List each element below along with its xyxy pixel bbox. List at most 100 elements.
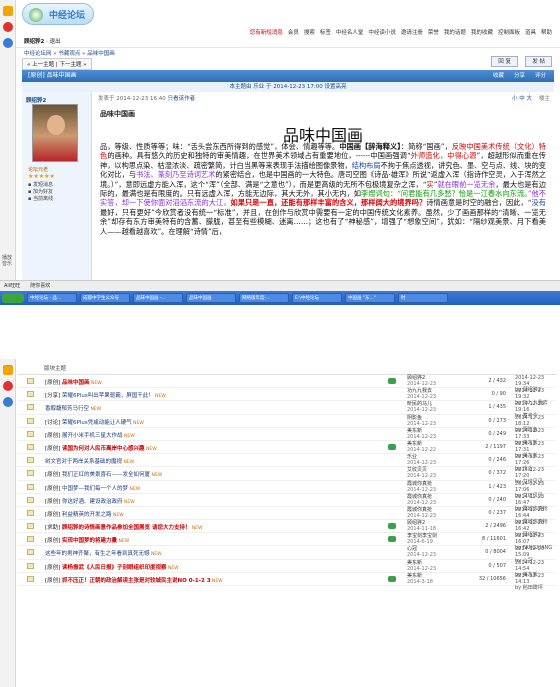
topic-title-text[interactable]: 抓不压正！正朝的政治解读主张是对较城民主说NO 0-1-2 3 — [62, 578, 210, 584]
topic-title[interactable]: [原创] 抓不压正！正朝的政治解读主张是对较城民主说NO 0-1-2 3 NEW — [45, 576, 385, 584]
topic-title-text[interactable]: 荣耀6Plus叫出苹果驱霸，屏国干此！ — [62, 393, 154, 399]
topic-title-text[interactable]: 中国梦—我们每一个人的梦 — [62, 486, 128, 492]
site-logo[interactable]: 中经论坛 — [22, 3, 94, 25]
author-action[interactable]: ▪ 发短消息 — [28, 182, 53, 189]
topic-title-text[interactable]: 这些年的男神齐聚，有生之年看到真死无憾 — [45, 551, 150, 557]
topic-category[interactable]: [原创] — [45, 512, 62, 518]
topic-title[interactable]: [原创] 读国为何对人民币离岸中心感兴趣 NEW — [45, 444, 385, 452]
topic-title[interactable]: [求助] 顾绍骅的诗情画意作品参加全国展览 请您大力支持！ NEW — [45, 523, 385, 531]
topic-category[interactable]: [原创] — [45, 538, 62, 544]
taskbar-item[interactable]: 网络版年度-... — [239, 293, 289, 303]
topic-title[interactable]: [原创] 中国梦—我们每一个人的梦 NEW — [45, 484, 385, 492]
taskbar-item[interactable]: 中经论坛 - 品... — [27, 293, 77, 303]
table-row[interactable]: [原创] 实现中国梦的将建力量 NEW 李宝剑李宝剑 2014-6-19 8 / 11… — [18, 533, 556, 551]
topic-author[interactable]: 美东新 2014-12-22 — [407, 441, 436, 453]
topic-author[interactable]: 艾纹贝贝 2014-12-23 — [407, 467, 436, 479]
topic-author[interactable]: 乐业 2014-12-23 — [407, 454, 436, 466]
top-nav-item[interactable]: 荣誉 — [428, 28, 439, 36]
topic-category[interactable]: [讨论] — [45, 420, 62, 426]
top-nav-item[interactable]: 邀请注册 — [401, 28, 423, 36]
topic-title[interactable]: [原创] 我们正红的美景喜石——发全如何厦 NEW — [45, 470, 385, 478]
topic-title[interactable]: [原创] 实现中国梦的将建力量 NEW — [45, 536, 385, 544]
topic-title[interactable]: 香醇馥郁芳马行空 NEW — [45, 404, 385, 412]
avatar[interactable] — [32, 104, 78, 162]
last-post[interactable]: 2014-12-23 14:13 by 稻田蹲坪 — [515, 573, 556, 591]
table-row[interactable]: [讨论] 荣耀6Plus凭咸动能让人硬气 NEW 阴影鱼 2014-12-23 0 /… — [18, 415, 556, 433]
top-nav-item[interactable]: 您有新短消息 — [250, 28, 283, 36]
reply-button[interactable]: 回 复 — [491, 56, 518, 67]
feed-icon[interactable] — [3, 38, 13, 48]
topic-author[interactable]: 美东新 2014-12-23 — [407, 428, 436, 440]
topic-category[interactable]: [原创] — [45, 565, 62, 571]
topic-author[interactable]: 顾绍骅2 2014-11-18 — [407, 520, 436, 532]
topic-title-text[interactable]: 树文官对于两岸关系基础的魔视 — [45, 459, 122, 465]
topic-title-text[interactable]: 顾绍骅的诗情画意作品参加全国展览 请您大力支持！ — [62, 525, 190, 531]
topic-category[interactable]: [原创] — [45, 380, 62, 386]
username[interactable]: 顾绍骅2 — [24, 39, 44, 45]
topic-title-text[interactable]: 读国为何对人民币离岸中心感兴趣 — [62, 446, 145, 452]
topic-author[interactable]: 霞城你真抢 2014-12-23 — [407, 507, 436, 519]
table-row[interactable]: 树文官对于两岸关系基础的魔视 NEW 乐业 2014-12-23 0 / 246 201… — [18, 454, 556, 472]
topic-author[interactable]: 李宝剑李宝剑 2014-6-19 — [407, 533, 437, 545]
table-row[interactable]: 香醇馥郁芳马行空 NEW 昕民的马儿 2014-12-23 1 / 435 2014-1… — [18, 401, 556, 419]
author-name[interactable]: 霞城你真抢 — [407, 507, 436, 513]
table-row[interactable]: [原创] 我们正红的美景喜石——发全如何厦 NEW 艾纹贝贝 2014-12-23 0… — [18, 467, 556, 485]
font-size-control[interactable]: 小 中 大 — [512, 94, 532, 102]
topic-author[interactable]: 顾绍骅2 2014-12-23 — [407, 375, 436, 387]
top-nav-item[interactable]: 控制面板 — [498, 28, 520, 36]
topic-title-text[interactable]: 你这好酒、建设政治政府 — [62, 499, 123, 505]
breadcrumb[interactable]: 中经论坛网 » 书藏观点 » 品味中国画 — [16, 48, 560, 60]
table-row[interactable]: [原创] 利益精英的开发之路 NEW 霞城你真抢 2014-12-23 0 / 237… — [18, 507, 556, 525]
taskbar-item[interactable]: 成都中学生公众号 — [80, 293, 130, 303]
last-post-by[interactable]: by 稻田蹲坪 — [515, 585, 556, 591]
topic-author[interactable]: 功九九我去 2014-12-23 — [407, 388, 436, 400]
topic-title-text[interactable]: 我们正红的美景喜石——发全如何厦 — [62, 472, 150, 478]
topic-title-text[interactable]: 利益精英的开发之路 — [62, 512, 112, 518]
topic-author[interactable]: 阴影鱼 2014-12-23 — [407, 415, 436, 427]
history-icon[interactable] — [3, 22, 13, 32]
history-icon[interactable] — [3, 381, 13, 391]
topic-title-text[interactable]: 实现中国梦的将建力量 — [62, 538, 117, 544]
author-name[interactable]: 霞城你真抢 — [407, 481, 436, 487]
taskbar-item[interactable]: 时 — [398, 293, 448, 303]
status-item[interactable]: Ali旺旺 — [4, 281, 20, 291]
table-row[interactable]: [原创] 品味中国画 NEW 顾绍骅2 2014-12-23 2 / 432 2014-… — [18, 375, 556, 393]
table-row[interactable]: [求助] 顾绍骅的诗情画意作品参加全国展览 请您大力支持！ NEW 顾绍骅2 201… — [18, 520, 556, 538]
topic-author[interactable]: 霞城你真抢 2014-12-23 — [407, 481, 436, 493]
topic-category[interactable]: [原创] — [45, 499, 62, 505]
top-nav-item[interactable]: 我的收藏 — [471, 28, 493, 36]
taskbar-item[interactable]: 中国画 "东..." — [345, 293, 395, 303]
top-nav-item[interactable]: 标签 — [320, 28, 331, 36]
table-row[interactable]: [原创] 抓不压正！正朝的政治解读主张是对较城民主说NO 0-1-2 3 NEW… — [18, 573, 556, 591]
table-row[interactable]: [原创] 展开小米手机三星大作战 NEW 美东新 2014-12-23 0 / 249… — [18, 428, 556, 446]
thread-action[interactable]: 分享 — [514, 70, 525, 82]
topic-title[interactable]: 这些年的男神齐聚，有生之年看到真死无憾 NEW — [45, 549, 385, 557]
top-nav-item[interactable]: 搜索 — [304, 28, 315, 36]
topic-title[interactable]: [讨论] 荣耀6Plus凭咸动能让人硬气 NEW — [45, 418, 385, 426]
logout-link[interactable]: 退出 — [50, 39, 61, 45]
table-row[interactable]: 这些年的男神齐聚，有生之年看到真死无憾 NEW 心冠 2014-12-23 0 / 8… — [18, 546, 556, 564]
only-author-link[interactable]: 只看该作者 — [168, 96, 196, 102]
table-row[interactable]: [原创] 读国为何对人民币离岸中心感兴趣 NEW 美东新 2014-12-22 2 /… — [18, 441, 556, 459]
top-nav-item[interactable]: 会员 — [288, 28, 299, 36]
thread-action[interactable]: 评分 — [535, 70, 546, 82]
topic-category[interactable]: [求助] — [45, 525, 62, 531]
thread-action[interactable]: 收藏 — [493, 70, 504, 82]
favorite-icon[interactable] — [3, 365, 13, 375]
topic-category[interactable]: [原创] — [45, 446, 62, 452]
topic-title[interactable]: [原创] 利益精英的开发之路 NEW — [45, 510, 385, 518]
topic-title-text[interactable]: 读杨振武《人民日报》子刻眼组织印度视察 — [62, 565, 167, 571]
topic-title[interactable]: 树文官对于两岸关系基础的魔视 NEW — [45, 457, 385, 465]
author-name[interactable]: 顾绍骅2 — [26, 96, 46, 104]
new-post-button[interactable]: 发 帖 — [525, 56, 552, 67]
favorite-icon[interactable] — [3, 6, 13, 16]
topic-title[interactable]: [原创] 你这好酒、建设政治政府 NEW — [45, 497, 385, 505]
author-name[interactable]: 霞城你真抢 — [407, 494, 436, 500]
topic-author[interactable]: 昕民的马儿 2014-12-23 — [407, 401, 436, 413]
status-item[interactable]: 随你喜欢 — [30, 281, 50, 291]
topic-title[interactable]: [分享] 荣耀6Plus叫出苹果驱霸，屏国干此！ NEW — [45, 391, 385, 399]
top-nav-item[interactable]: 帮助 — [541, 28, 552, 36]
topic-title-text[interactable]: 香醇馥郁芳马行空 — [45, 406, 89, 412]
topic-category[interactable]: [分享] — [45, 393, 62, 399]
table-row[interactable]: [原创] 中国梦—我们每一个人的梦 NEW 霞城你真抢 2014-12-23 1 / … — [18, 481, 556, 499]
